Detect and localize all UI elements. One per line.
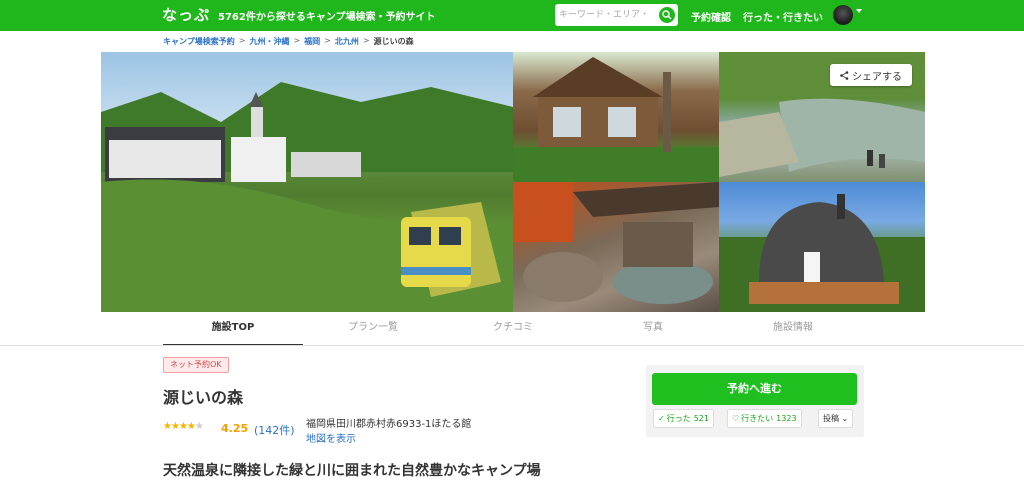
went-button[interactable]: ✓ 行った 521 <box>653 409 714 428</box>
star-icon: ★ <box>186 421 196 432</box>
cabin-illustration <box>513 57 719 182</box>
tab-reviews[interactable]: クチコミ <box>443 314 583 346</box>
onsen-illustration <box>513 182 719 304</box>
search-button[interactable] <box>659 7 675 23</box>
facility-tabs: 施設TOP プラン一覧 クチコミ 写真 施設情報 <box>163 314 863 346</box>
chevron-down-icon: ⌄ <box>841 414 849 423</box>
nav-went-want[interactable]: 行った・行きたい <box>743 9 823 24</box>
want-button[interactable]: ♡ 行きたい 1323 <box>727 409 802 428</box>
breadcrumb-separator: > <box>293 36 301 45</box>
breadcrumb-link[interactable]: キャンプ場検索予約 <box>163 36 235 47</box>
breadcrumb-current: 源じいの森 <box>373 37 414 46</box>
search-icon <box>662 10 672 20</box>
breadcrumb-link[interactable]: 福岡 <box>304 36 320 47</box>
photo-dome-tent[interactable] <box>719 182 925 312</box>
search-input[interactable] <box>559 7 655 23</box>
reserve-button[interactable]: 予約へ進む <box>652 373 857 405</box>
heart-icon: ♡ <box>732 414 740 423</box>
photo-gallery <box>101 52 925 312</box>
went-count: 521 <box>693 414 709 423</box>
breadcrumb-link[interactable]: 九州・沖縄 <box>249 36 289 47</box>
page-title: 源じいの森 <box>163 388 244 407</box>
nav-reservation-check[interactable]: 予約確認 <box>691 9 731 24</box>
share-button[interactable]: シェアする <box>830 64 912 86</box>
dome-illustration <box>719 194 925 312</box>
share-label: シェアする <box>852 71 902 83</box>
star-icon: ★ <box>170 421 180 432</box>
star-icon: ★ <box>178 421 188 432</box>
site-logo[interactable]: なっぷ <box>162 4 210 25</box>
tab-facility-top[interactable]: 施設TOP <box>163 314 303 346</box>
chevron-down-icon[interactable] <box>856 9 862 13</box>
post-label: 投稿 <box>823 414 839 423</box>
status-badge: ネット予約OK <box>163 357 229 373</box>
facility-address: 福岡県田川郡赤村赤6933-1ほたる館 <box>306 419 472 430</box>
star-icon: ★ <box>163 421 172 432</box>
tab-photos[interactable]: 写真 <box>583 314 723 346</box>
review-count-link[interactable]: (142件) <box>254 422 295 438</box>
went-label: 行った <box>666 414 691 423</box>
breadcrumb: キャンプ場検索予約 > 九州・沖縄 > 福岡 > 北九州 > 源じいの森 <box>163 36 414 47</box>
check-icon: ✓ <box>658 414 665 423</box>
rating-score: 4.25 <box>221 422 249 435</box>
want-count: 1323 <box>776 414 797 423</box>
search-box <box>555 4 678 26</box>
star-icon: ★ <box>194 421 204 432</box>
breadcrumb-separator: > <box>324 36 331 45</box>
tabs-divider <box>0 345 1024 346</box>
want-label: 行きたい <box>741 414 774 423</box>
tab-facility-info[interactable]: 施設情報 <box>723 314 863 346</box>
facility-headline: 天然温泉に隣接した緑と川に囲まれた自然豊かなキャンプ場 <box>163 463 541 479</box>
share-icon <box>840 70 849 80</box>
avatar[interactable] <box>833 5 853 25</box>
site-tagline: 5762件から探せるキャンプ場検索・予約サイト <box>218 12 436 23</box>
rating-stars: ★★★★★ <box>163 421 204 432</box>
map-link[interactable]: 地図を表示 <box>306 430 356 445</box>
breadcrumb-separator: > <box>362 36 370 45</box>
tab-plans[interactable]: プラン一覧 <box>303 314 443 346</box>
breadcrumb-separator: > <box>238 36 246 45</box>
photo-main-landscape[interactable] <box>101 52 513 312</box>
photo-onsen[interactable] <box>513 182 719 312</box>
landscape-illustration <box>101 82 513 312</box>
photo-cabin[interactable] <box>513 52 719 182</box>
top-header: なっぷ 5762件から探せるキャンプ場検索・予約サイト 予約確認 行った・行きた… <box>0 0 1024 31</box>
post-button[interactable]: 投稿 ⌄ <box>818 409 854 428</box>
breadcrumb-link[interactable]: 北九州 <box>335 36 359 47</box>
